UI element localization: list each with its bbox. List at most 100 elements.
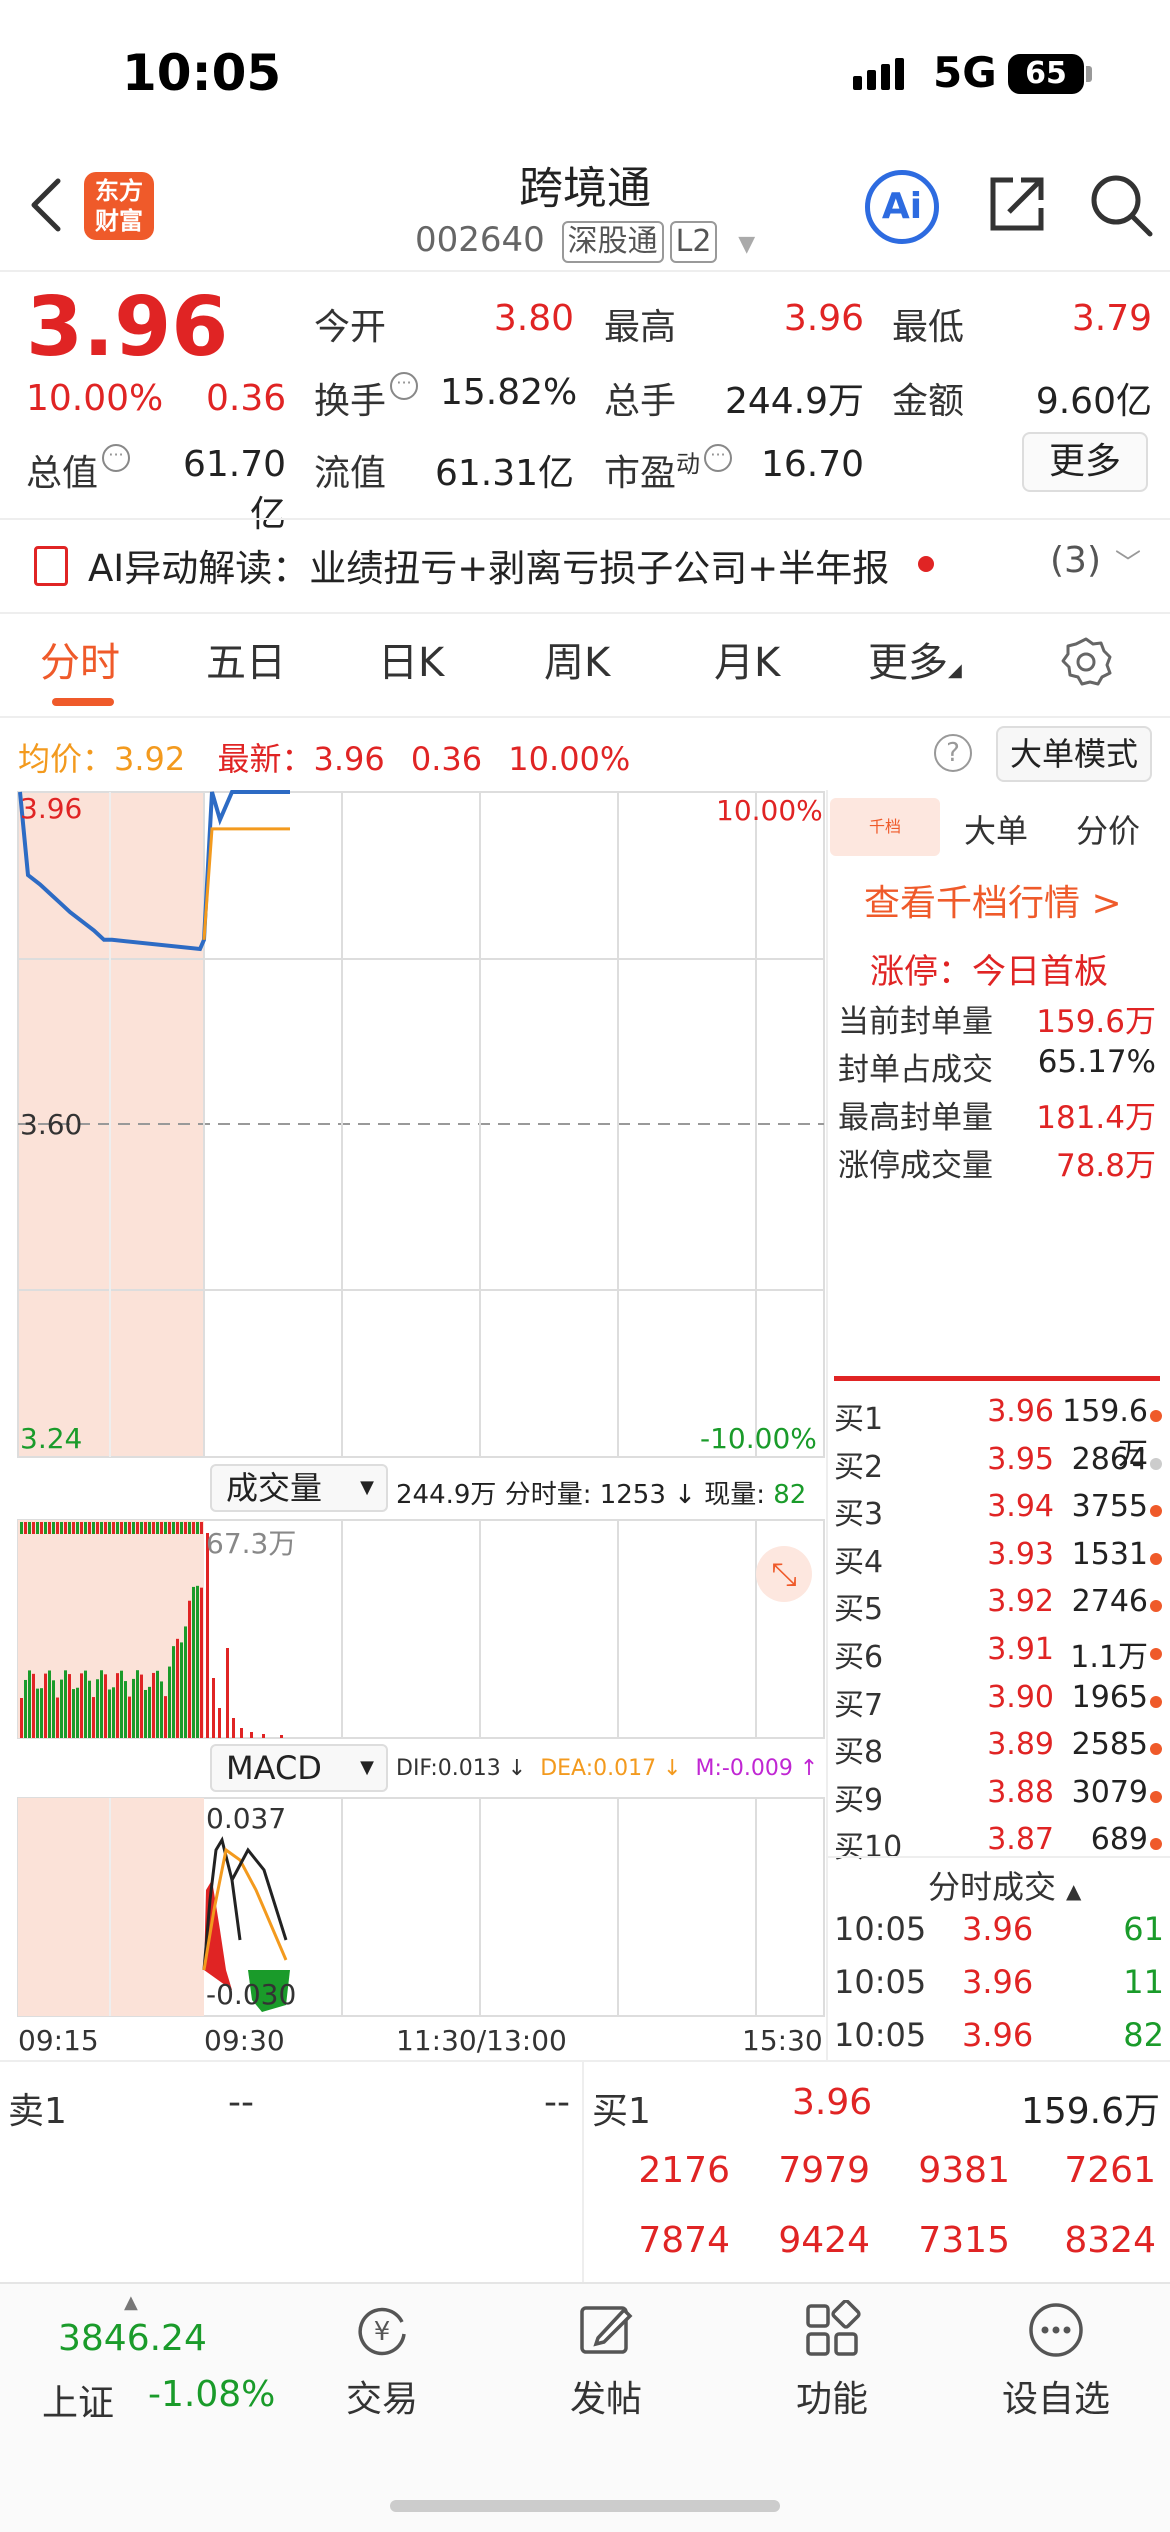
volume-bar <box>168 1666 171 1738</box>
volume-bar <box>84 1670 87 1738</box>
stock-code-row[interactable]: 002640 深股通 L2 ▼ <box>415 220 755 263</box>
macd-indicator-select[interactable]: MACD ▼ <box>210 1744 388 1792</box>
tab-thousand-level[interactable]: 千档 <box>830 798 940 856</box>
nav-watchlist[interactable]: 设自选 <box>986 2300 1126 2422</box>
thousand-level-link[interactable]: 查看千档行情 > <box>864 874 1122 926</box>
volume-bar-top <box>48 1522 51 1534</box>
volume-bar <box>262 1734 265 1738</box>
orderbook-level: 买9 <box>834 1782 884 1818</box>
orderbook-row[interactable]: 买6 3.91 1.1万 <box>834 1632 1164 1680</box>
orderbook-price: 3.89 <box>987 1727 1054 1763</box>
volume-bar <box>180 1642 183 1738</box>
orderbook-row[interactable]: 买2 3.95 2864 <box>834 1442 1164 1490</box>
nav-functions[interactable]: 功能 <box>762 2299 902 2422</box>
more-button[interactable]: 更多 <box>1022 432 1148 492</box>
volume-bar <box>226 1648 229 1738</box>
tab-weekly-k[interactable]: 周K <box>544 630 610 688</box>
level-tag: L2 <box>669 221 718 263</box>
volume-bar <box>28 1670 31 1738</box>
orderbook-row[interactable]: 买5 3.92 2746 <box>834 1584 1164 1632</box>
volume-bar <box>144 1689 147 1738</box>
index-pct[interactable]: -1.08% <box>148 2374 275 2415</box>
volume-bar <box>188 1600 191 1738</box>
volume-bar-top <box>88 1522 91 1534</box>
orderbook-volume: 3755 <box>1071 1489 1148 1525</box>
ai-icon[interactable]: Ai <box>865 170 939 244</box>
info-dots-icon[interactable]: ··· <box>704 444 733 472</box>
volume-bar <box>156 1670 159 1738</box>
orderbook-dot <box>1150 1457 1162 1470</box>
queue-volume: 7261 <box>1064 2150 1156 2191</box>
tab-more[interactable]: 更多◢ <box>868 630 962 688</box>
tick-row: 10:05 3.96 61 <box>834 1910 1164 1954</box>
caret-up-icon: ▲ <box>124 2292 138 2313</box>
orderbook-price: 3.90 <box>987 1679 1054 1715</box>
price-axis-bottom: 3.24 <box>20 1422 83 1455</box>
orderbook-level: 买8 <box>834 1735 884 1771</box>
tab-monthly-k[interactable]: 月K <box>714 630 780 688</box>
high-value: 3.96 <box>783 298 864 339</box>
volume-axis-max: 67.3万 <box>206 1527 297 1560</box>
volume-bar-top <box>68 1522 71 1534</box>
status-time: 10:05 <box>122 44 282 102</box>
tab-daily-k[interactable]: 日K <box>378 630 444 688</box>
ticks-title[interactable]: 分时成交 ▲ <box>928 1862 1081 1908</box>
orderbook-volume: 2585 <box>1071 1727 1148 1763</box>
volume-bar <box>192 1586 195 1738</box>
price-axis-mid: 3.60 <box>20 1108 83 1141</box>
volume-bar <box>48 1670 51 1738</box>
volume-bar-top <box>84 1522 87 1534</box>
nav-trade[interactable]: ¥ 交易 <box>312 2300 452 2422</box>
orderbook-row[interactable]: 买7 3.90 1965 <box>834 1680 1164 1728</box>
orderbook-row[interactable]: 买9 3.88 3079 <box>834 1775 1164 1823</box>
volume-bar-top <box>40 1522 43 1534</box>
volume-bar <box>60 1679 63 1738</box>
stock-code: 002640 <box>415 220 545 260</box>
volume-bar <box>100 1670 103 1738</box>
volume-bar-top <box>132 1522 135 1534</box>
orderbook-row[interactable]: 买8 3.89 2585 <box>834 1727 1164 1775</box>
volume-bar <box>72 1689 75 1738</box>
volume-bar <box>96 1679 99 1738</box>
volume-indicator-select[interactable]: 成交量 ▼ <box>210 1464 388 1512</box>
info-dots-icon[interactable]: ··· <box>102 444 131 472</box>
tab-five-day[interactable]: 五日 <box>206 630 286 688</box>
orderbook-price: 3.87 <box>987 1822 1054 1858</box>
network-label: 5G <box>933 48 997 97</box>
volume-bar <box>232 1718 235 1738</box>
info-dots-icon[interactable]: ··· <box>390 372 419 400</box>
volume-bar-top <box>188 1522 191 1534</box>
orderbook-row[interactable]: 买1 3.96 159.6万 <box>834 1394 1164 1472</box>
index-name[interactable]: 上证 <box>42 2374 114 2426</box>
grid-icon <box>806 2299 861 2356</box>
volume-bar <box>212 1678 215 1738</box>
tick-volume: 61 <box>1123 1910 1164 1948</box>
share-icon[interactable] <box>985 172 1049 236</box>
orderbook-volume: 2746 <box>1071 1584 1148 1620</box>
big-order-mode-button[interactable]: 大单模式 <box>996 726 1152 782</box>
buy1-price: 3.96 <box>792 2082 873 2123</box>
market-tag: 深股通 <box>561 221 664 263</box>
expand-icon[interactable]: ⤡ <box>756 1546 812 1602</box>
volume-bar <box>184 1626 187 1738</box>
volume-bar <box>152 1672 155 1738</box>
tab-intraday[interactable]: 分时 <box>40 630 120 688</box>
volume-bar <box>172 1646 175 1738</box>
volume-bar <box>20 1698 23 1738</box>
volume-bar-top <box>176 1522 179 1534</box>
nav-post[interactable]: 发帖 <box>536 2300 676 2422</box>
gear-icon[interactable] <box>1060 636 1112 688</box>
unread-dot <box>918 556 934 572</box>
tab-price-dist[interactable]: 分价 <box>1076 806 1140 852</box>
search-icon[interactable] <box>1088 172 1154 238</box>
volume-bar <box>136 1670 139 1738</box>
tab-big-order[interactable]: 大单 <box>964 806 1028 852</box>
orderbook-row[interactable]: 买4 3.93 1531 <box>834 1537 1164 1585</box>
help-icon[interactable]: ? <box>934 734 972 772</box>
orderbook-row[interactable]: 买3 3.94 3755 <box>834 1489 1164 1537</box>
time-label: 11:30/13:00 <box>396 2024 567 2057</box>
battery-tip <box>1086 66 1092 82</box>
volume-bar-top <box>164 1522 167 1534</box>
index-value[interactable]: 3846.24 <box>58 2318 207 2359</box>
volume-bar-top <box>52 1522 55 1534</box>
